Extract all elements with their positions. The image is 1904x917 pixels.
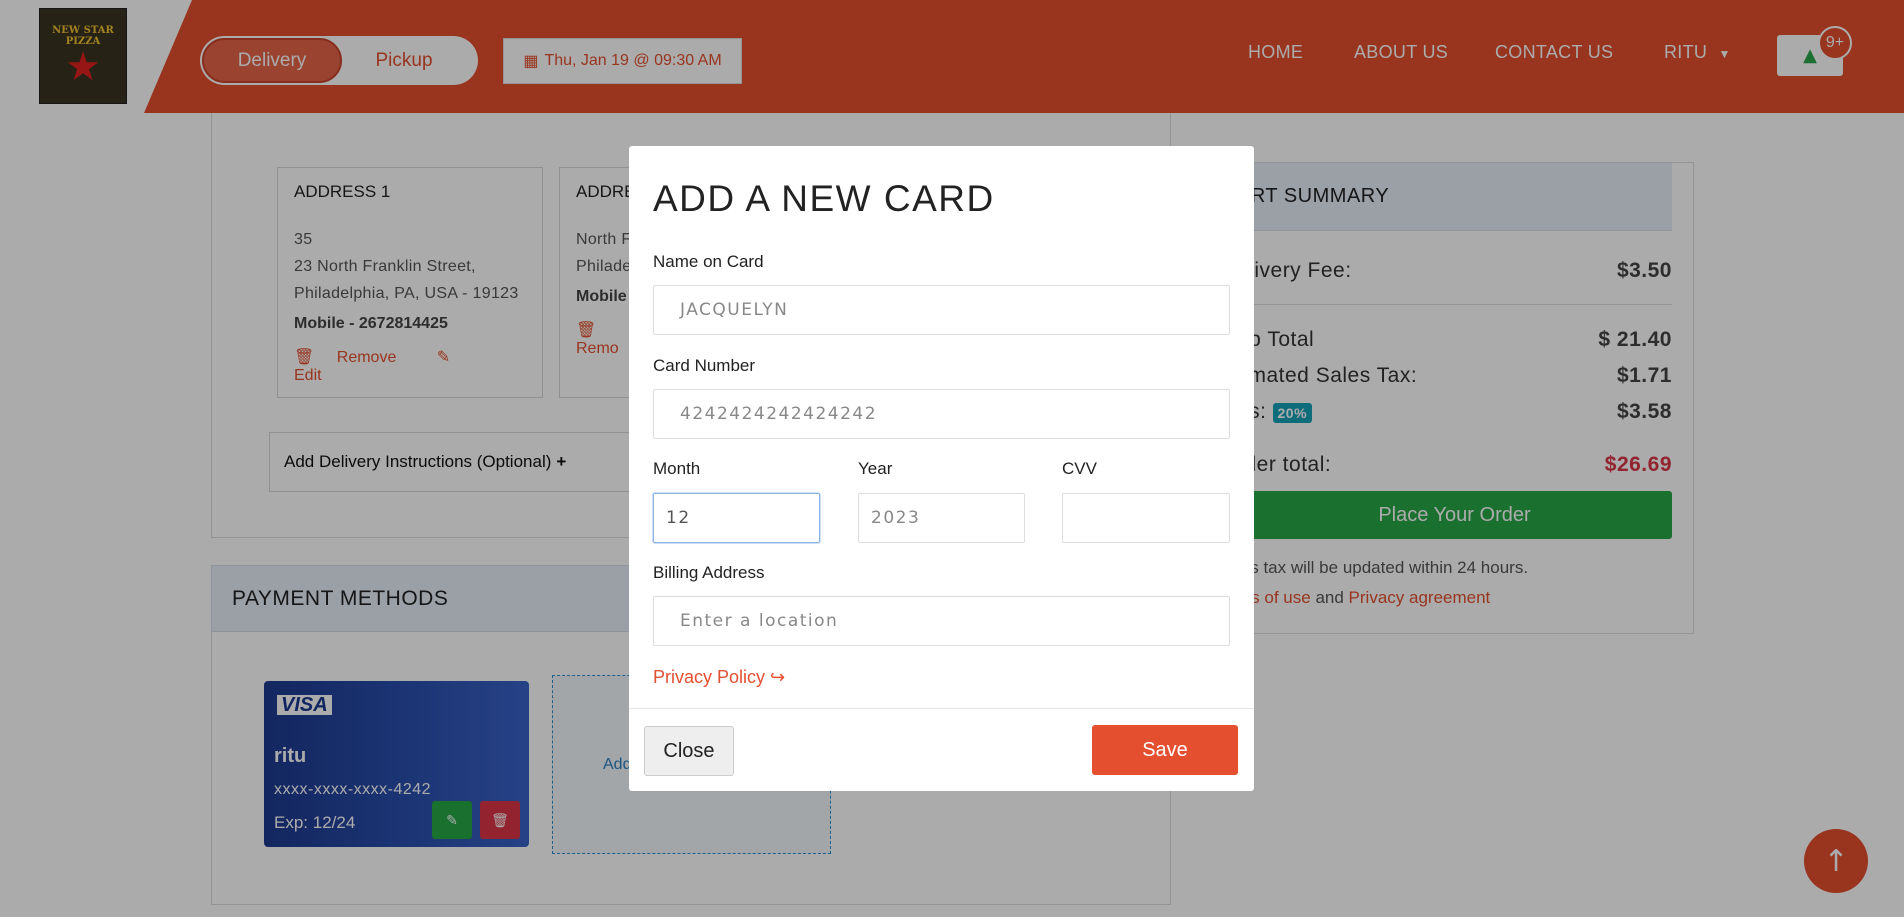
privacy-policy-link[interactable]: Privacy Policy ↪ bbox=[653, 667, 785, 688]
share-arrow-icon: ↪ bbox=[770, 667, 786, 687]
name-on-card-label: Name on Card bbox=[653, 252, 764, 271]
save-button[interactable]: Save bbox=[1092, 725, 1238, 775]
month-label: Month bbox=[653, 459, 701, 478]
cvv-input[interactable] bbox=[1062, 493, 1230, 543]
close-button[interactable]: Close bbox=[644, 726, 734, 776]
month-input[interactable]: 12 bbox=[653, 493, 820, 543]
cvv-label: CVV bbox=[1062, 459, 1097, 478]
name-on-card-input[interactable]: JACQUELYN bbox=[653, 285, 1230, 335]
modal-title: ADD A NEW CARD bbox=[653, 178, 995, 219]
billing-address-label: Billing Address bbox=[653, 563, 765, 582]
year-input[interactable]: 2023 bbox=[858, 493, 1025, 543]
billing-address-input[interactable]: Enter a location bbox=[653, 596, 1230, 646]
card-number-label: Card Number bbox=[653, 356, 756, 375]
add-card-modal: ADD A NEW CARD Name on Card JACQUELYN Ca… bbox=[629, 146, 1254, 791]
card-number-input[interactable]: 4242424242424242 bbox=[653, 389, 1230, 439]
privacy-policy-label: Privacy Policy bbox=[653, 667, 766, 687]
modal-footer-divider bbox=[629, 708, 1254, 709]
year-label: Year bbox=[858, 459, 893, 478]
